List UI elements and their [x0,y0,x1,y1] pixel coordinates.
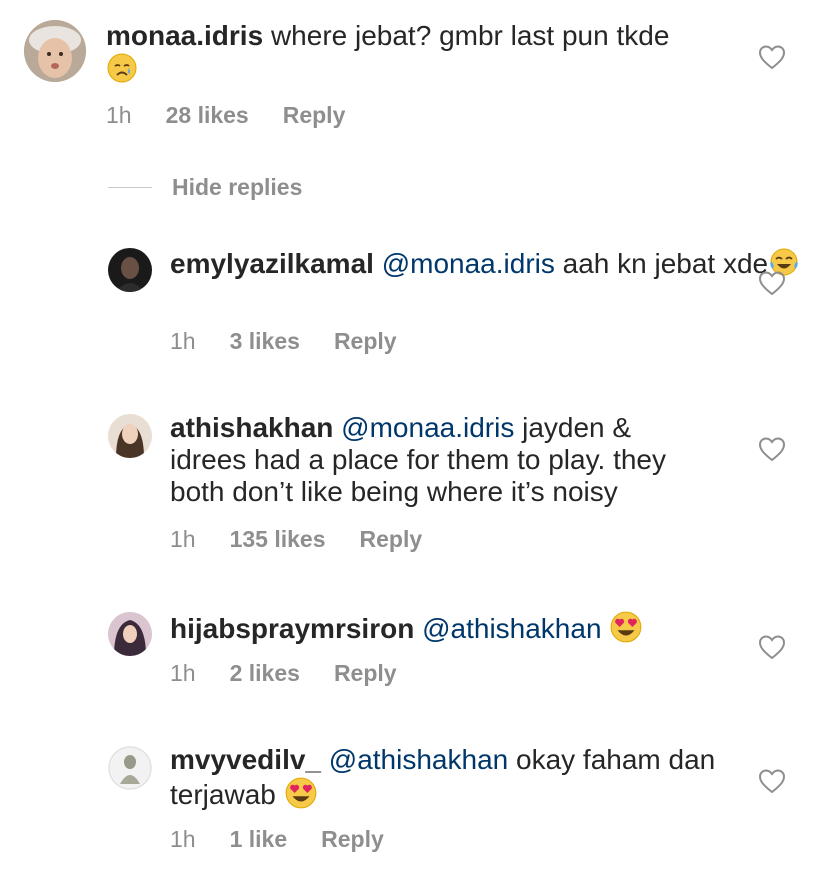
heart-outline-icon[interactable] [758,436,786,462]
comment-body: aah kn jebat xde [562,247,769,279]
comment-body-line1: okay faham dan [516,744,716,775]
username[interactable]: monaa.idris [106,20,263,51]
crying-face-icon [106,52,138,91]
comment-body-line2: idrees had a place for them to play. the… [170,444,666,475]
likes-count[interactable]: 2 likes [230,660,300,687]
timestamp: 1h [170,328,196,354]
likes-count[interactable]: 1 like [230,826,288,853]
comment-text: hijabspraymrsiron @athishakhan [170,610,643,651]
heart-eyes-icon [284,776,318,817]
avatar[interactable] [108,612,152,656]
username[interactable]: emylyazilkamal [170,248,374,279]
likes-count[interactable]: 28 likes [166,102,249,129]
likes-count[interactable]: 3 likes [230,328,300,355]
comment-body-line2: terjawab [170,778,276,810]
timestamp: 1h [170,826,196,852]
reply-button[interactable]: Reply [334,328,397,355]
comment-meta: 1h 28 likes Reply [106,102,345,129]
divider [108,187,152,188]
comment-text: mvyvedilv_ @athishakhan okay faham dan t… [170,744,715,817]
mention-link[interactable]: @athishakhan [329,744,508,775]
heart-outline-icon[interactable] [758,768,786,794]
comment-body-line1: jayden & [522,412,632,443]
reply-button[interactable]: Reply [283,102,346,129]
heart-outline-icon[interactable] [758,44,786,70]
comment-text: athishakhan @monaa.idris jayden & idrees… [170,412,666,508]
timestamp: 1h [106,102,132,128]
comment-text: monaa.idris where jebat? gmbr last pun t… [106,20,669,91]
hide-replies-toggle[interactable]: Hide replies [108,174,302,201]
username[interactable]: hijabspraymrsiron [170,613,414,644]
comment-meta: 1h 2 likes Reply [170,660,397,687]
avatar[interactable] [108,248,152,292]
heart-outline-icon[interactable] [758,634,786,660]
mention-link[interactable]: @monaa.idris [382,248,555,279]
likes-count[interactable]: 135 likes [230,526,326,553]
avatar[interactable] [24,20,86,82]
timestamp: 1h [170,660,196,686]
timestamp: 1h [170,526,196,552]
heart-outline-icon[interactable] [758,270,786,296]
reply-button[interactable]: Reply [360,526,423,553]
comment-body-line3: both don’t like being where it’s noisy [170,476,618,507]
comment-meta: 1h 1 like Reply [170,826,384,853]
reply-button[interactable]: Reply [334,660,397,687]
comment-text: emylyazilkamal @monaa.idris aah kn jebat… [170,246,800,285]
mention-link[interactable]: @monaa.idris [341,412,514,443]
hide-replies-label[interactable]: Hide replies [172,174,302,201]
username[interactable]: mvyvedilv_ [170,744,321,775]
heart-eyes-icon [609,610,643,651]
avatar[interactable] [108,414,152,458]
comment-body: where jebat? gmbr last pun tkde [270,20,670,51]
avatar[interactable] [108,746,152,790]
reply-button[interactable]: Reply [321,826,384,853]
username[interactable]: athishakhan [170,412,333,443]
comment-meta: 1h 135 likes Reply [170,526,422,553]
mention-link[interactable]: @athishakhan [422,613,601,644]
comment-meta: 1h 3 likes Reply [170,328,397,355]
